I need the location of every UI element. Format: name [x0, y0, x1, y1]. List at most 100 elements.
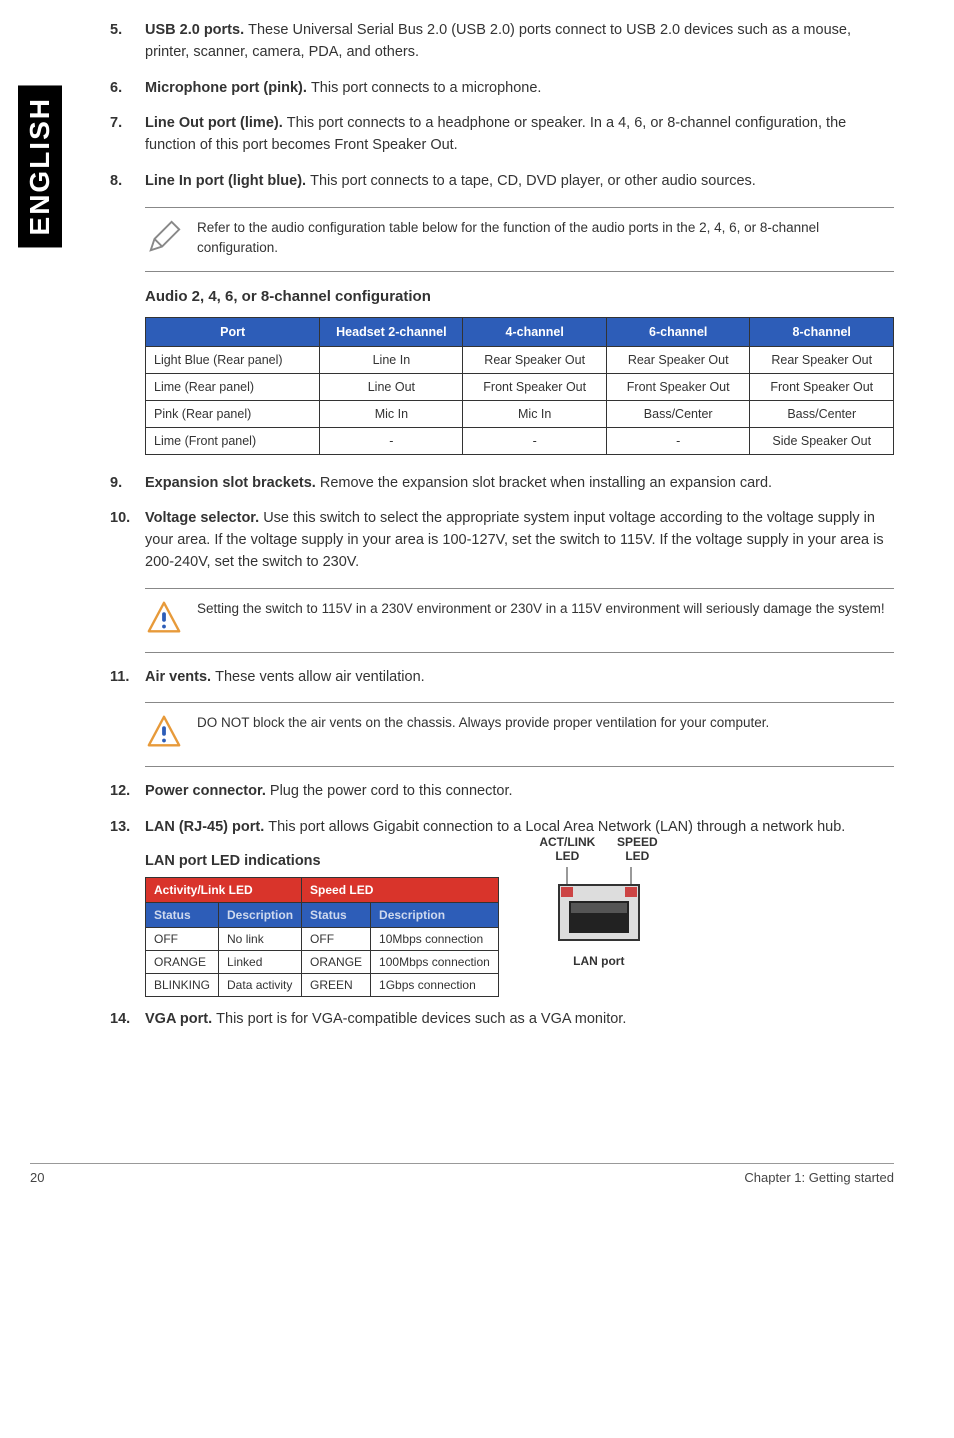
table-cell: Light Blue (Rear panel) [146, 346, 320, 373]
table-header: Speed LED [302, 877, 499, 902]
table-header: Headset 2-channel [320, 317, 463, 346]
table-cell: 100Mbps connection [371, 950, 499, 973]
table-cell: 1Gbps connection [371, 973, 499, 996]
item-body: These vents allow air ventilation. [215, 669, 425, 685]
item-body: Plug the power cord to this connector. [270, 783, 513, 799]
table-cell: ORANGE [302, 950, 371, 973]
list-item-7: 7. Line Out port (lime). This port conne… [110, 113, 894, 157]
item-body: This port allows Gigabit connection to a… [268, 819, 845, 835]
table-cell: Bass/Center [750, 400, 894, 427]
page-footer: 20 Chapter 1: Getting started [30, 1163, 894, 1185]
table-cell: Side Speaker Out [750, 427, 894, 454]
list-item-11: 11. Air vents. These vents allow air ven… [110, 667, 894, 689]
item-number: 5. [110, 20, 145, 64]
table-cell: Data activity [219, 973, 302, 996]
item-bold: Voltage selector. [145, 510, 263, 526]
item-body: This port is for VGA-compatible devices … [216, 1011, 626, 1027]
item-text: Line In port (light blue). This port con… [145, 171, 894, 193]
table-cell: Mic In [320, 400, 463, 427]
item-bold: LAN (RJ-45) port. [145, 819, 268, 835]
table-cell: Line Out [320, 373, 463, 400]
item-bold: Expansion slot brackets. [145, 475, 320, 491]
table-row: BLINKINGData activityGREEN1Gbps connecti… [146, 973, 499, 996]
item-number: 14. [110, 1009, 145, 1031]
item-text: Air vents. These vents allow air ventila… [145, 667, 894, 689]
table-cell: GREEN [302, 973, 371, 996]
lan-led-table: Activity/Link LED Speed LED Status Descr… [145, 877, 499, 997]
item-bold: Line Out port (lime). [145, 115, 287, 131]
item-number: 10. [110, 508, 145, 573]
sidebar-language-label: ENGLISH [18, 85, 62, 247]
table-cell: ORANGE [146, 950, 219, 973]
list-item-9: 9. Expansion slot brackets. Remove the e… [110, 473, 894, 495]
table-cell: Front Speaker Out [606, 373, 750, 400]
list-item-8: 8. Line In port (light blue). This port … [110, 171, 894, 193]
warning-icon [145, 713, 185, 756]
table-cell: Line In [320, 346, 463, 373]
main-content: 5. USB 2.0 ports. These Universal Serial… [110, 0, 894, 1155]
table-header: 6-channel [606, 317, 750, 346]
list-item-6: 6. Microphone port (pink). This port con… [110, 78, 894, 100]
item-number: 9. [110, 473, 145, 495]
item-bold: VGA port. [145, 1011, 216, 1027]
audio-config-table: Port Headset 2-channel 4-channel 6-chann… [145, 317, 894, 455]
table-row: ORANGELinkedORANGE100Mbps connection [146, 950, 499, 973]
table-row: Pink (Rear panel)Mic InMic InBass/Center… [146, 400, 894, 427]
item-bold: Line In port (light blue). [145, 173, 310, 189]
item-text: LAN (RJ-45) port. This port allows Gigab… [145, 817, 894, 839]
speed-led-label: SPEED LED [606, 835, 669, 863]
item-text: USB 2.0 ports. These Universal Serial Bu… [145, 20, 894, 64]
table-header: Activity/Link LED [146, 877, 302, 902]
table-cell: BLINKING [146, 973, 219, 996]
table-cell: Lime (Rear panel) [146, 373, 320, 400]
rj45-port-icon [549, 867, 649, 950]
list-item-14: 14. VGA port. This port is for VGA-compa… [110, 1009, 894, 1031]
page-number: 20 [30, 1170, 44, 1185]
item-text: Line Out port (lime). This port connects… [145, 113, 894, 157]
table-cell: Rear Speaker Out [606, 346, 750, 373]
list-item-5: 5. USB 2.0 ports. These Universal Serial… [110, 20, 894, 64]
lan-section: LAN port LED indications Activity/Link L… [145, 853, 894, 997]
item-text: Power connector. Plug the power cord to … [145, 781, 894, 803]
item-text: VGA port. This port is for VGA-compatibl… [145, 1009, 894, 1031]
list-item-10: 10. Voltage selector. Use this switch to… [110, 508, 894, 573]
table-row: Lime (Front panel)---Side Speaker Out [146, 427, 894, 454]
item-body: These Universal Serial Bus 2.0 (USB 2.0)… [145, 22, 851, 60]
table-subheader: Status [302, 902, 371, 927]
warning-airvents: DO NOT block the air vents on the chassi… [145, 702, 894, 767]
list-item-13: 13. LAN (RJ-45) port. This port allows G… [110, 817, 894, 839]
table-cell: OFF [146, 927, 219, 950]
table-cell: Rear Speaker Out [463, 346, 607, 373]
table-header: 4-channel [463, 317, 607, 346]
table-cell: Pink (Rear panel) [146, 400, 320, 427]
note-audio-config: Refer to the audio configuration table b… [145, 207, 894, 272]
item-number: 11. [110, 667, 145, 689]
lan-heading: LAN port LED indications [145, 853, 499, 869]
item-body: This port connects to a microphone. [311, 80, 542, 96]
table-cell: - [320, 427, 463, 454]
table-cell: Front Speaker Out [463, 373, 607, 400]
item-number: 7. [110, 113, 145, 157]
table-row: OFFNo linkOFF10Mbps connection [146, 927, 499, 950]
item-number: 13. [110, 817, 145, 839]
table-row: Lime (Rear panel)Line OutFront Speaker O… [146, 373, 894, 400]
item-bold: Microphone port (pink). [145, 80, 311, 96]
item-bold: Power connector. [145, 783, 270, 799]
table-subheader: Description [219, 902, 302, 927]
item-text: Voltage selector. Use this switch to sel… [145, 508, 894, 573]
lan-port-caption: LAN port [529, 954, 669, 968]
item-body: This port connects to a tape, CD, DVD pl… [310, 173, 756, 189]
audio-config-heading: Audio 2, 4, 6, or 8-channel configuratio… [145, 288, 894, 305]
item-number: 6. [110, 78, 145, 100]
table-cell: Mic In [463, 400, 607, 427]
table-cell: Rear Speaker Out [750, 346, 894, 373]
list-item-12: 12. Power connector. Plug the power cord… [110, 781, 894, 803]
table-header: Port [146, 317, 320, 346]
actlink-led-label: ACT/LINK LED [529, 835, 606, 863]
table-cell: Front Speaker Out [750, 373, 894, 400]
table-cell: Lime (Front panel) [146, 427, 320, 454]
table-subheader: Status [146, 902, 219, 927]
warning-icon [145, 599, 185, 642]
item-number: 8. [110, 171, 145, 193]
item-bold: USB 2.0 ports. [145, 22, 248, 38]
